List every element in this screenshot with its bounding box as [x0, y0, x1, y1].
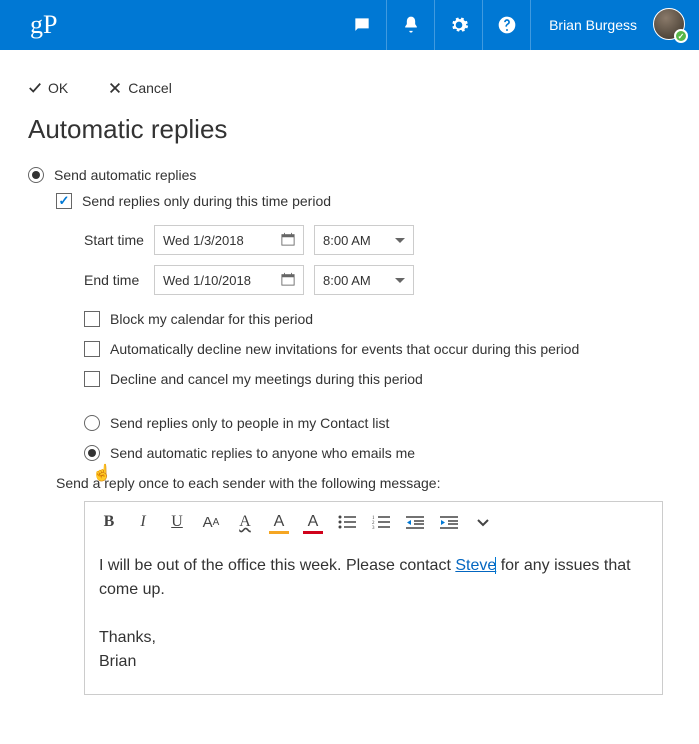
- start-date-value: Wed 1/3/2018: [163, 233, 244, 248]
- block-calendar-checkbox[interactable]: Block my calendar for this period: [84, 311, 671, 327]
- indent-button[interactable]: [439, 512, 459, 532]
- start-time-label: Start time: [84, 232, 154, 248]
- chevron-down-icon: [395, 278, 405, 283]
- command-bar: OK Cancel: [28, 70, 671, 114]
- font-face-button[interactable]: A: [235, 512, 255, 532]
- chat-icon[interactable]: [338, 0, 386, 50]
- app-logo: gP: [12, 10, 57, 40]
- checkbox-label: Block my calendar for this period: [110, 311, 313, 327]
- close-icon: [108, 81, 122, 95]
- checkbox-label: Decline and cancel my meetings during th…: [110, 371, 423, 387]
- cancel-button[interactable]: Cancel: [108, 80, 172, 96]
- editor-body[interactable]: I will be out of the office this week. P…: [85, 542, 662, 694]
- checkbox-label: Automatically decline new invitations fo…: [110, 341, 579, 357]
- radio-icon[interactable]: [28, 167, 44, 183]
- highlight-button[interactable]: A: [269, 512, 289, 532]
- decline-cancel-checkbox[interactable]: Decline and cancel my meetings during th…: [84, 371, 671, 387]
- underline-button[interactable]: U: [167, 512, 187, 532]
- check-icon: [28, 81, 42, 95]
- outdent-button[interactable]: [405, 512, 425, 532]
- bold-button[interactable]: B: [99, 512, 119, 532]
- reply-scope-group: Send replies only to people in my Contac…: [84, 415, 671, 461]
- end-date-value: Wed 1/10/2018: [163, 273, 251, 288]
- chevron-down-icon: [395, 238, 405, 243]
- calendar-options: Block my calendar for this period Automa…: [84, 311, 671, 387]
- start-time-value: 8:00 AM: [323, 233, 371, 248]
- radio-label: Send automatic replies to anyone who ema…: [110, 445, 415, 461]
- calendar-icon[interactable]: [281, 232, 295, 249]
- end-time-row: End time Wed 1/10/2018 8:00 AM: [84, 265, 671, 295]
- time-period-checkbox[interactable]: Send replies only during this time perio…: [56, 193, 671, 209]
- page-title: Automatic replies: [28, 114, 671, 145]
- ok-label: OK: [48, 80, 68, 96]
- italic-button[interactable]: I: [133, 512, 153, 532]
- svg-text:3: 3: [372, 526, 375, 529]
- font-size-button[interactable]: AA: [201, 512, 221, 532]
- message-editor: B I U AA A A A 123 I will be out o: [84, 501, 663, 695]
- editor-toolbar: B I U AA A A A 123: [85, 502, 662, 542]
- radio-label: Send automatic replies: [54, 167, 196, 183]
- content-pane: OK Cancel Automatic replies Send automat…: [0, 50, 699, 744]
- presence-available-icon: [674, 29, 688, 43]
- radio-label: Send replies only to people in my Contac…: [110, 415, 389, 431]
- send-automatic-replies-radio[interactable]: Send automatic replies: [28, 167, 671, 183]
- reply-instruction: Send a reply once to each sender with th…: [56, 475, 671, 491]
- checkbox-icon[interactable]: [84, 341, 100, 357]
- start-date-input[interactable]: Wed 1/3/2018: [154, 225, 304, 255]
- username-label[interactable]: Brian Burgess: [530, 0, 647, 50]
- avatar[interactable]: [653, 8, 687, 42]
- font-color-button[interactable]: A: [303, 512, 323, 532]
- app-header: gP Brian Burgess: [0, 0, 699, 50]
- calendar-icon[interactable]: [281, 272, 295, 289]
- cancel-label: Cancel: [128, 80, 172, 96]
- contacts-only-radio[interactable]: Send replies only to people in my Contac…: [84, 415, 671, 431]
- bullet-list-button[interactable]: [337, 512, 357, 532]
- end-time-input[interactable]: 8:00 AM: [314, 265, 414, 295]
- header-actions: Brian Burgess: [338, 0, 687, 50]
- end-time-label: End time: [84, 272, 154, 288]
- message-text: Thanks,: [99, 629, 156, 646]
- end-date-input[interactable]: Wed 1/10/2018: [154, 265, 304, 295]
- schedule-block: Start time Wed 1/3/2018 8:00 AM End time…: [84, 225, 671, 461]
- message-text: Brian: [99, 653, 136, 670]
- contact-link[interactable]: Steve: [455, 557, 496, 574]
- decline-new-checkbox[interactable]: Automatically decline new invitations fo…: [84, 341, 671, 357]
- gear-icon[interactable]: [434, 0, 482, 50]
- message-text: I will be out of the office this week. P…: [99, 557, 455, 574]
- radio-icon[interactable]: [84, 445, 100, 461]
- ok-button[interactable]: OK: [28, 80, 68, 96]
- start-time-input[interactable]: 8:00 AM: [314, 225, 414, 255]
- number-list-button[interactable]: 123: [371, 512, 391, 532]
- anyone-radio[interactable]: Send automatic replies to anyone who ema…: [84, 445, 671, 461]
- start-time-row: Start time Wed 1/3/2018 8:00 AM: [84, 225, 671, 255]
- help-icon[interactable]: [482, 0, 530, 50]
- radio-icon[interactable]: [84, 415, 100, 431]
- bell-icon[interactable]: [386, 0, 434, 50]
- more-tools-button[interactable]: [473, 512, 493, 532]
- end-time-value: 8:00 AM: [323, 273, 371, 288]
- checkbox-label: Send replies only during this time perio…: [82, 193, 331, 209]
- checkbox-icon[interactable]: [56, 193, 72, 209]
- checkbox-icon[interactable]: [84, 311, 100, 327]
- checkbox-icon[interactable]: [84, 371, 100, 387]
